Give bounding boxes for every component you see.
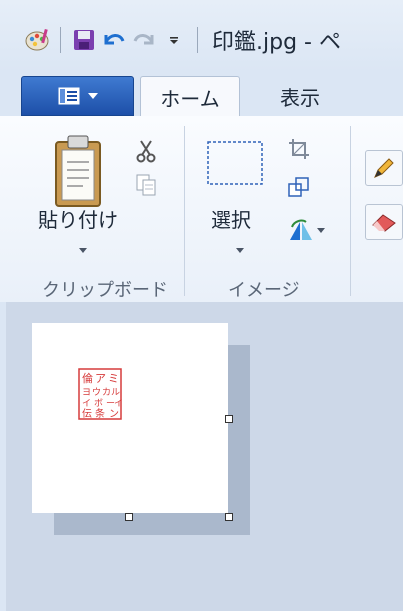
rotate-button[interactable] bbox=[284, 216, 328, 244]
file-menu-button[interactable] bbox=[21, 76, 134, 116]
clipboard-group-label: クリップボード bbox=[42, 280, 168, 301]
svg-text:ヨ: ヨ bbox=[82, 388, 91, 398]
svg-text:倫: 倫 bbox=[82, 371, 93, 385]
svg-text:ル: ル bbox=[111, 388, 120, 398]
qat-divider-2 bbox=[197, 27, 198, 53]
title-bar: 印鑑.jpg - ペ bbox=[0, 0, 403, 72]
ribbon-divider bbox=[184, 126, 185, 296]
resize-handle-right[interactable] bbox=[225, 415, 233, 423]
cut-icon[interactable] bbox=[134, 138, 158, 164]
quick-access-toolbar: 印鑑.jpg - ペ bbox=[22, 22, 341, 58]
svg-text:ン: ン bbox=[109, 409, 119, 420]
tab-home[interactable]: ホーム bbox=[140, 76, 240, 118]
ribbon-panel: 貼り付け 選択 クリップボード イメージ bbox=[0, 116, 403, 303]
svg-text:ボ: ボ bbox=[94, 398, 103, 409]
file-menu-icon bbox=[58, 87, 79, 105]
svg-text:条: 条 bbox=[95, 407, 105, 420]
pencil-tool-button[interactable] bbox=[365, 150, 403, 186]
chevron-down-icon bbox=[316, 227, 325, 233]
svg-text:イ: イ bbox=[82, 399, 91, 409]
pencil-icon bbox=[374, 158, 394, 178]
svg-text:カ: カ bbox=[102, 387, 111, 398]
paint-app-icon[interactable] bbox=[22, 25, 52, 55]
eraser-tool-button[interactable] bbox=[365, 204, 403, 240]
resize-icon[interactable] bbox=[286, 174, 312, 200]
select-label[interactable]: 選択 bbox=[211, 204, 251, 233]
svg-text:イ: イ bbox=[114, 399, 122, 409]
seal-stamp-image: 倫 ア ミ ヨ ウ カ ル イ ボ ー イ 伝 条 ン bbox=[78, 368, 123, 420]
paste-button[interactable] bbox=[46, 130, 110, 214]
resize-handle-bottom[interactable] bbox=[125, 513, 133, 521]
paste-dropdown-arrow[interactable] bbox=[79, 248, 87, 253]
ribbon-divider bbox=[350, 126, 351, 296]
clipboard-icon bbox=[55, 135, 101, 207]
tab-view[interactable]: 表示 bbox=[260, 76, 340, 116]
save-icon[interactable] bbox=[69, 25, 99, 55]
redo-icon[interactable] bbox=[129, 25, 159, 55]
crop-icon[interactable] bbox=[286, 136, 312, 162]
qat-divider bbox=[60, 27, 61, 53]
customize-qat-icon[interactable] bbox=[159, 25, 189, 55]
rotate-icon bbox=[289, 219, 312, 240]
chevron-down-icon bbox=[87, 93, 98, 99]
undo-icon[interactable] bbox=[99, 25, 129, 55]
image-canvas[interactable] bbox=[32, 323, 228, 513]
select-button[interactable] bbox=[204, 138, 266, 188]
image-group-label: イメージ bbox=[228, 280, 300, 301]
ribbon-tab-row: ホーム 表示 bbox=[0, 72, 403, 118]
eraser-icon bbox=[372, 214, 396, 232]
svg-text:伝: 伝 bbox=[82, 408, 92, 420]
copy-icon[interactable] bbox=[134, 172, 158, 198]
window-title: 印鑑.jpg - ペ bbox=[212, 30, 341, 55]
svg-text:ウ: ウ bbox=[92, 387, 101, 398]
paste-label[interactable]: 貼り付け bbox=[38, 204, 118, 233]
resize-handle-corner[interactable] bbox=[225, 513, 233, 521]
svg-text:ア: ア bbox=[95, 372, 106, 385]
selection-rectangle-icon bbox=[207, 141, 263, 185]
select-dropdown-arrow[interactable] bbox=[236, 248, 244, 253]
svg-text:ミ: ミ bbox=[108, 372, 119, 385]
